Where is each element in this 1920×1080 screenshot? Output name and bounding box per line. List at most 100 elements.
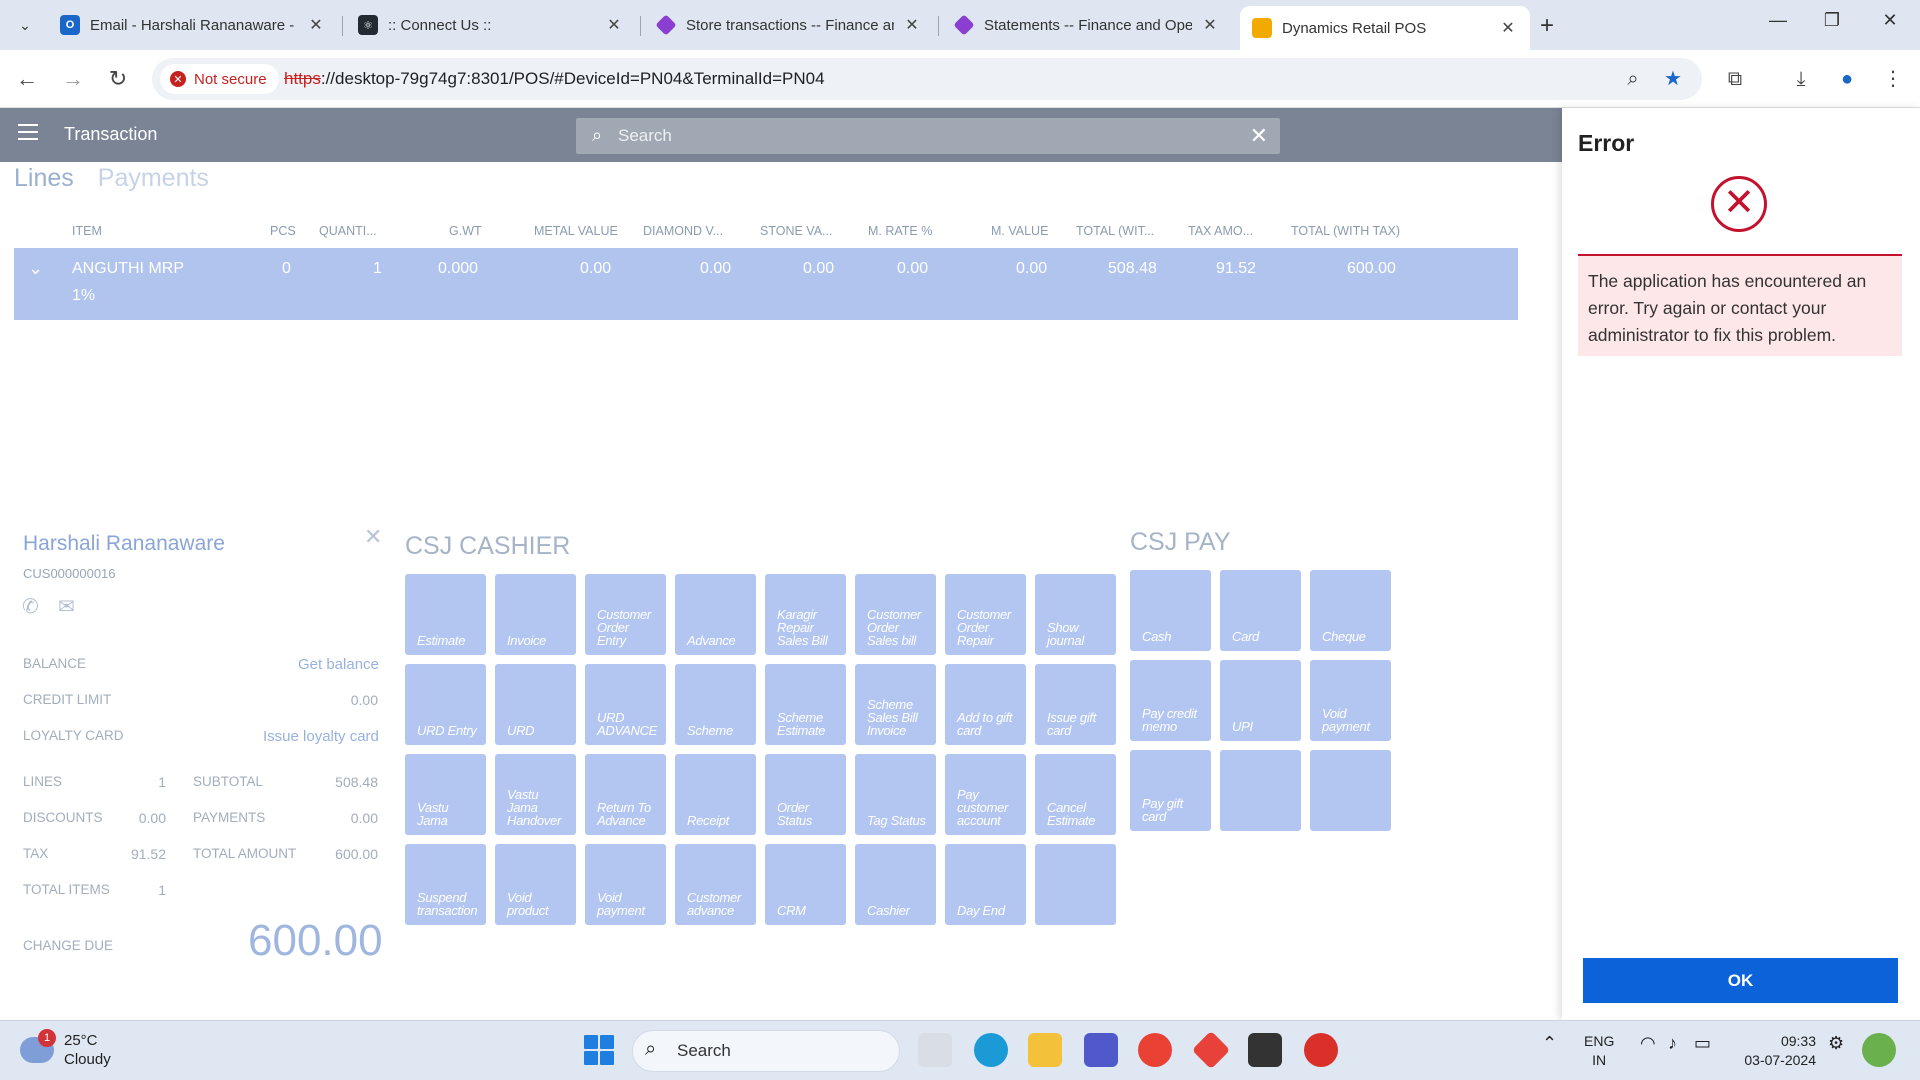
minimize-icon[interactable]: — [1758,10,1798,31]
wifi-icon[interactable]: ◠ [1640,1033,1656,1054]
pay-button-empty-8[interactable] [1310,750,1391,831]
col-header[interactable]: G.WT [449,224,482,238]
pay-button-empty-7[interactable] [1220,750,1301,831]
cashier-button-customer-advance[interactable]: Customer advance [675,844,756,925]
tab-store-transactions[interactable]: Store transactions -- Finance an ✕ [644,6,934,44]
cashier-button-customer-order-repair[interactable]: Customer Order Repair [945,574,1026,655]
hamburger-menu-icon[interactable] [18,124,38,142]
cashier-button-add-to-gift-card[interactable]: Add to gift card [945,664,1026,745]
cashier-button-scheme-sales-bill-invoice[interactable]: Scheme Sales Bill Invoice [855,664,936,745]
email-icon[interactable]: ✉ [58,594,75,619]
clock[interactable]: 09:33 03-07-2024 [1736,1032,1816,1070]
cashier-button-customer-order-entry[interactable]: Customer Order Entry [585,574,666,655]
pay-button-pay-credit-memo[interactable]: Pay credit memo [1130,660,1211,741]
tab-close-icon[interactable]: ✕ [604,15,624,35]
pay-button-upi[interactable]: UPI [1220,660,1301,741]
phone-icon[interactable]: ✆ [22,594,39,619]
col-header[interactable]: TOTAL (WIT... [1076,224,1154,238]
tab-lines[interactable]: Lines [14,164,74,192]
get-balance-link[interactable]: Get balance [298,656,379,673]
tray-chevron-up-icon[interactable]: ⌃ [1542,1033,1557,1054]
cashier-button-scheme-estimate[interactable]: Scheme Estimate [765,664,846,745]
cashier-button-suspend-transaction[interactable]: Suspend transaction [405,844,486,925]
search-input[interactable] [618,122,1218,150]
col-header[interactable]: ITEM [72,224,102,238]
remove-customer-icon[interactable]: ✕ [364,524,382,550]
wps-office-icon[interactable] [1304,1033,1338,1067]
chrome-icon[interactable] [1138,1033,1172,1067]
tab-close-icon[interactable]: ✕ [1498,18,1518,38]
cashier-button-urd-entry[interactable]: URD Entry [405,664,486,745]
cashier-button-tag-status[interactable]: Tag Status [855,754,936,835]
cashier-button-karagir-repair-sales-bill[interactable]: Karagir Repair Sales Bill [765,574,846,655]
cashier-button-advance[interactable]: Advance [675,574,756,655]
chevron-down-icon[interactable]: ⌄ [28,258,43,279]
extensions-icon[interactable]: ⧉ [1720,64,1750,94]
tab-connect-us[interactable]: ⚛ :: Connect Us :: ✕ [346,6,636,44]
col-header[interactable]: M. RATE % [868,224,932,238]
tab-close-icon[interactable]: ✕ [306,15,326,35]
cashier-button-customer-order-sales-bill[interactable]: Customer Order Sales bill [855,574,936,655]
edge-icon[interactable] [974,1033,1008,1067]
restore-icon[interactable]: ❐ [1812,10,1852,31]
taskbar-search[interactable]: ⌕ Search [632,1030,900,1072]
cashier-button-cancel-estimate[interactable]: Cancel Estimate [1035,754,1116,835]
url-text[interactable]: https://desktop-79g74g7:8301/POS/#Device… [284,69,825,89]
anydesk-icon[interactable] [1191,1030,1231,1070]
zoom-icon[interactable]: ⌕ [1618,64,1648,94]
cashier-button-receipt[interactable]: Receipt [675,754,756,835]
tab-payments[interactable]: Payments [98,164,209,192]
battery-icon[interactable]: ▭ [1694,1033,1711,1054]
col-header[interactable]: METAL VALUE [534,224,618,238]
pay-button-cheque[interactable]: Cheque [1310,570,1391,651]
vnc-icon[interactable] [1248,1033,1282,1067]
file-explorer-icon[interactable] [1028,1033,1062,1067]
cashier-button-vastu-jama-handover[interactable]: Vastu Jama Handover [495,754,576,835]
cashier-button-void-product[interactable]: Void product [495,844,576,925]
pay-button-pay-gift-card[interactable]: Pay gift card [1130,750,1211,831]
tab-email[interactable]: O Email - Harshali Rananaware - C ✕ [48,6,338,44]
col-header[interactable]: TAX AMO... [1188,224,1253,238]
reload-icon[interactable]: ↻ [103,64,133,94]
cashier-button-urd[interactable]: URD [495,664,576,745]
cashier-button-crm[interactable]: CRM [765,844,846,925]
col-header[interactable]: PCS [270,224,296,238]
cashier-button-day-end[interactable]: Day End [945,844,1026,925]
cashier-button-pay-customer-account[interactable]: Pay customer account [945,754,1026,835]
volume-icon[interactable]: ♪ [1668,1033,1677,1054]
col-header[interactable]: M. VALUE [991,224,1048,238]
cashier-button-show-journal[interactable]: Show journal [1035,574,1116,655]
tab-dynamics-retail-pos[interactable]: Dynamics Retail POS ✕ [1240,6,1530,50]
new-tab-icon[interactable]: + [1540,12,1554,40]
cashier-button-vastu-jama[interactable]: Vastu Jama [405,754,486,835]
close-window-icon[interactable]: ✕ [1870,10,1910,31]
pay-button-void-payment[interactable]: Void payment [1310,660,1391,741]
task-view-icon[interactable] [918,1033,952,1067]
tab-search-dropdown-icon[interactable]: ⌄ [10,10,40,40]
windows-start-icon[interactable] [584,1035,614,1065]
forward-icon[interactable]: → [58,64,88,94]
col-header[interactable]: TOTAL (WITH TAX) [1291,224,1400,238]
back-icon[interactable]: ← [12,64,42,94]
cashier-button-order-status[interactable]: Order Status [765,754,846,835]
not-secure-chip[interactable]: ✕ Not secure [160,64,279,94]
pay-button-card[interactable]: Card [1220,570,1301,651]
ok-button[interactable]: OK [1583,958,1898,1003]
notifications-bell-icon[interactable]: ⚙ [1828,1033,1844,1054]
cashier-button-empty-31[interactable] [1035,844,1116,925]
tab-close-icon[interactable]: ✕ [902,15,922,35]
cashier-button-issue-gift-card[interactable]: Issue gift card [1035,664,1116,745]
cashier-button-void-payment[interactable]: Void payment [585,844,666,925]
cashier-button-invoice[interactable]: Invoice [495,574,576,655]
cashier-button-cashier[interactable]: Cashier [855,844,936,925]
weather-widget[interactable]: 1 25°C Cloudy [20,1029,111,1069]
address-bar[interactable]: ✕ Not secure https://desktop-79g74g7:830… [152,58,1702,100]
teams-icon[interactable] [1084,1033,1118,1067]
cashier-button-return-to-advance[interactable]: Return To Advance [585,754,666,835]
col-header[interactable]: QUANTI... [319,224,377,238]
cashier-button-urd-advance[interactable]: URD ADVANCE [585,664,666,745]
col-header[interactable]: STONE VA... [760,224,832,238]
customer-name[interactable]: Harshali Rananaware [23,532,225,556]
tab-close-icon[interactable]: ✕ [1200,15,1220,35]
copilot-icon[interactable] [1862,1033,1896,1067]
